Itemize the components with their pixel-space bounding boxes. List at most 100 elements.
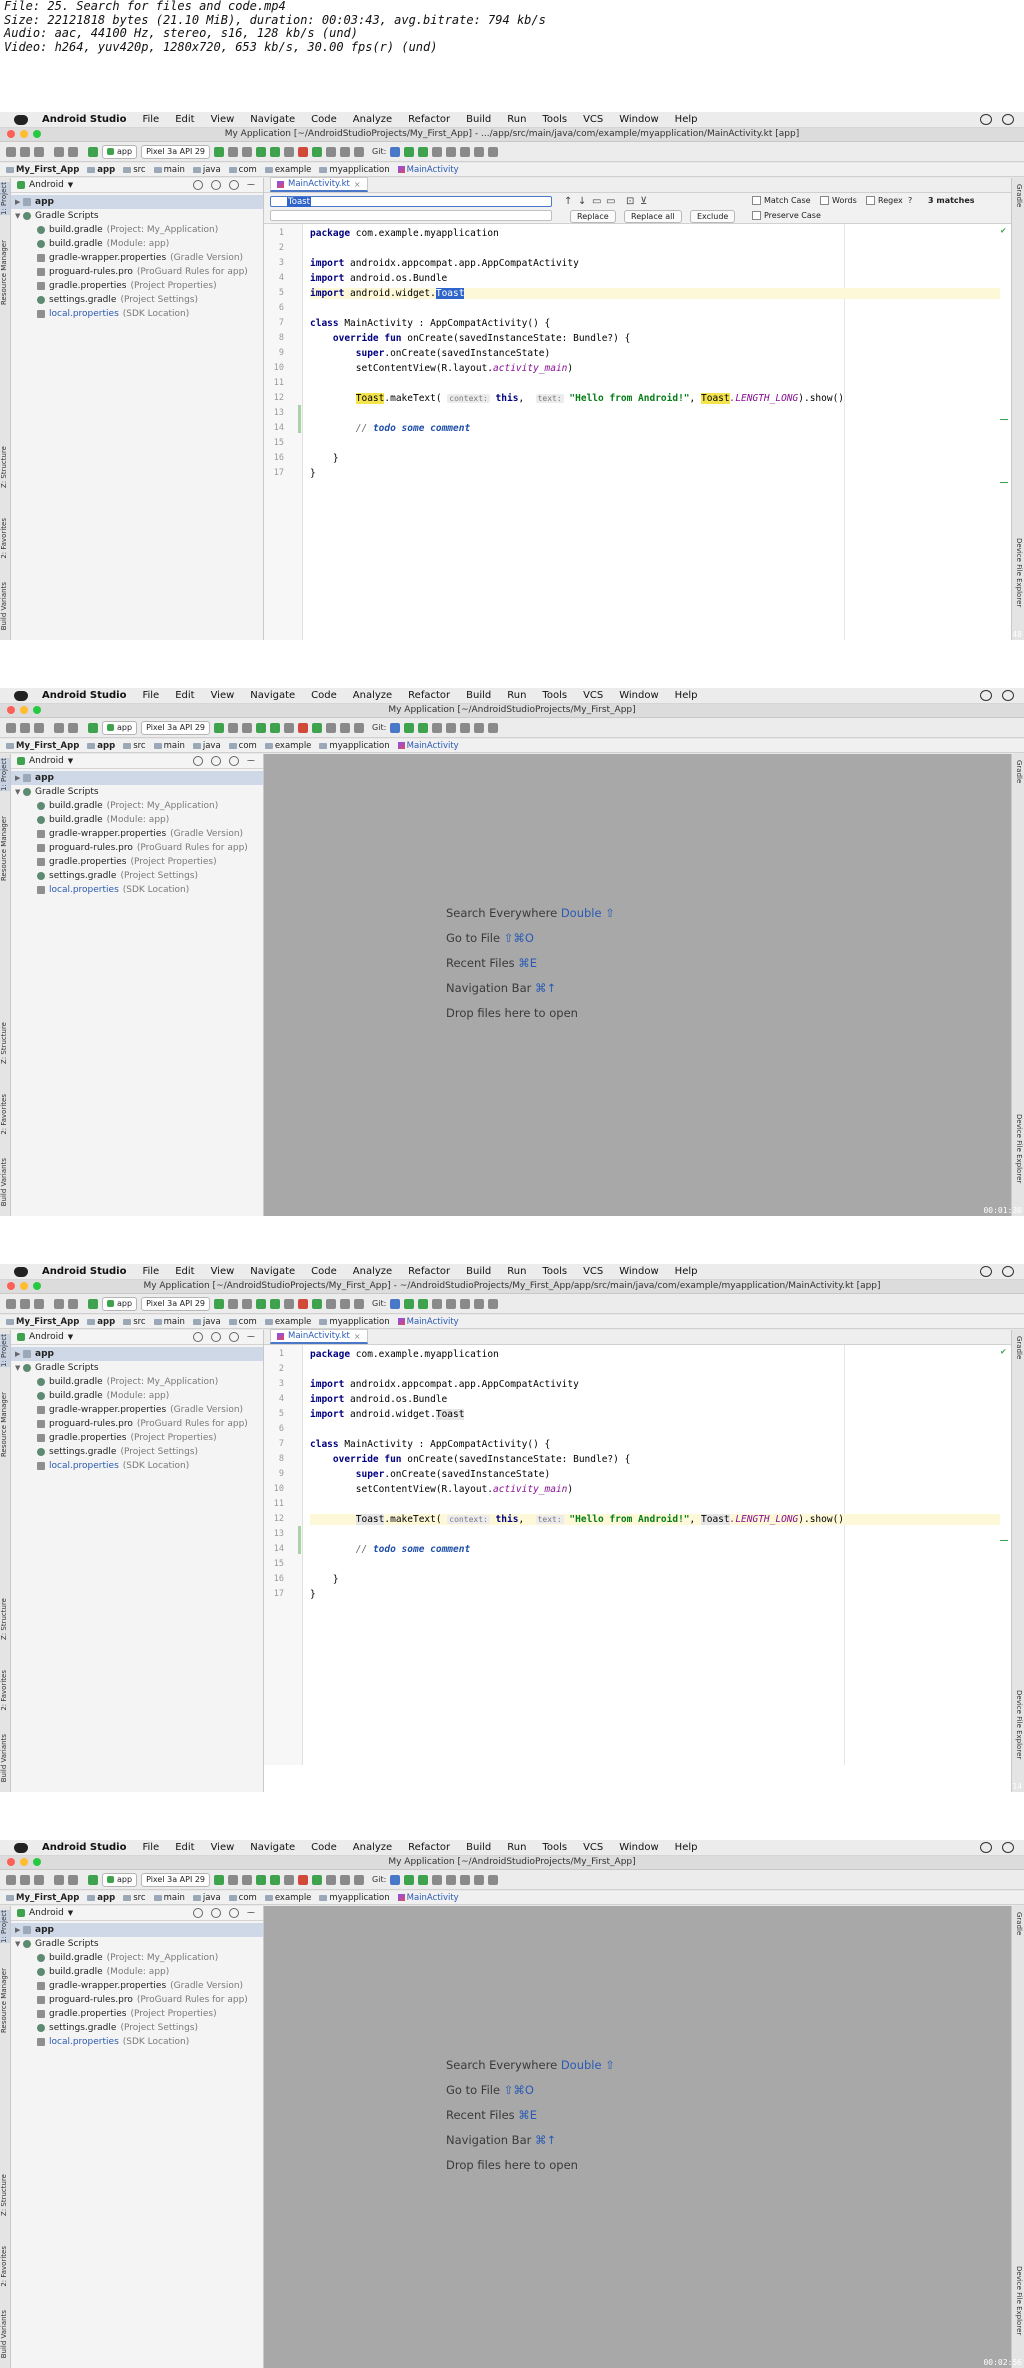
tree-item[interactable]: build.gradle (Module: app) <box>11 1965 263 1979</box>
profile-icon[interactable] <box>270 146 281 157</box>
project-structure-icon[interactable] <box>460 1298 471 1309</box>
gear-icon[interactable] <box>229 1332 239 1342</box>
search-icon[interactable] <box>980 1842 992 1853</box>
back-icon[interactable] <box>54 1874 64 1885</box>
run-icon[interactable] <box>214 1874 225 1885</box>
attach-debugger-icon[interactable] <box>284 146 295 157</box>
minimize-icon[interactable] <box>20 1282 28 1290</box>
attach-debugger-icon[interactable] <box>284 1298 295 1309</box>
git-history-icon[interactable] <box>432 146 443 157</box>
tree-item[interactable]: gradle.properties (Project Properties) <box>11 279 263 293</box>
apple-icon[interactable] <box>14 690 28 701</box>
tool-structure[interactable]: Z: Structure <box>0 1598 10 1640</box>
sync-icon[interactable] <box>34 722 44 733</box>
save-icon[interactable] <box>20 1874 30 1885</box>
tool-gradle[interactable]: Gradle <box>1013 1912 1023 1935</box>
menu-code[interactable]: Code <box>311 114 337 125</box>
presentation-icon[interactable] <box>474 146 485 157</box>
tool-gradle[interactable]: Gradle <box>1013 760 1023 783</box>
debug-icon[interactable] <box>256 722 267 733</box>
menu-tools[interactable]: Tools <box>542 690 567 701</box>
layout-inspector-icon[interactable] <box>354 146 365 157</box>
crumb-example[interactable]: example <box>264 165 311 175</box>
profile-icon[interactable] <box>270 1298 281 1309</box>
forward-icon[interactable] <box>68 1874 78 1885</box>
apply-code-icon[interactable] <box>242 1298 253 1309</box>
tree-item-app[interactable]: ▶ app <box>11 1923 263 1937</box>
menu-app[interactable]: Android Studio <box>42 690 126 701</box>
crumb-myapplication[interactable]: myapplication <box>319 1317 390 1327</box>
close-icon[interactable] <box>7 706 15 714</box>
menu-build[interactable]: Build <box>466 1842 491 1853</box>
apple-icon[interactable] <box>14 1842 28 1853</box>
menu-file[interactable]: File <box>142 1842 159 1853</box>
tree-item[interactable]: proguard-rules.pro (ProGuard Rules for ap… <box>11 1417 263 1431</box>
menu-tools[interactable]: Tools <box>542 1266 567 1277</box>
crumb-java[interactable]: java <box>192 741 221 751</box>
collapse-icon[interactable] <box>211 180 221 190</box>
search-icon[interactable] <box>980 1266 992 1277</box>
project-view-select[interactable]: Android <box>29 1908 64 1918</box>
tree-item[interactable]: local.properties (SDK Location) <box>11 883 263 897</box>
run-icon[interactable] <box>214 722 225 733</box>
presentation-icon[interactable] <box>474 1298 485 1309</box>
menu-edit[interactable]: Edit <box>175 690 194 701</box>
menu-code[interactable]: Code <box>311 1842 337 1853</box>
tool-gradle[interactable]: Gradle <box>1013 1336 1023 1359</box>
menu-app[interactable]: Android Studio <box>42 1266 126 1277</box>
run-icon[interactable] <box>214 146 225 157</box>
crumb-com[interactable]: com <box>228 165 257 175</box>
tool-favorites[interactable]: 2: Favorites <box>0 1670 10 1711</box>
tree-item[interactable]: gradle-wrapper.properties (Gradle Version… <box>11 1979 263 1993</box>
save-icon[interactable] <box>20 722 30 733</box>
tree-item[interactable]: settings.gradle (Project Settings) <box>11 2021 263 2035</box>
tool-gradle[interactable]: Gradle <box>1013 184 1023 207</box>
zoom-icon[interactable] <box>33 706 41 714</box>
menu-analyze[interactable]: Analyze <box>353 690 392 701</box>
menu-analyze[interactable]: Analyze <box>353 1266 392 1277</box>
save-icon[interactable] <box>20 1298 30 1309</box>
next-occurrence-icon[interactable]: ↓ <box>578 196 586 207</box>
tree-item-app[interactable]: ▶ app <box>11 1347 263 1361</box>
presentation-icon[interactable] <box>474 722 485 733</box>
crumb-app[interactable]: app <box>87 1317 115 1327</box>
apply-code-icon[interactable] <box>242 1874 253 1885</box>
tool-device-file-explorer[interactable]: Device File Explorer <box>1013 1690 1023 1759</box>
locate-icon[interactable] <box>193 1332 203 1342</box>
apply-changes-icon[interactable] <box>228 1874 239 1885</box>
git-commit-icon[interactable] <box>404 1298 415 1309</box>
zoom-icon[interactable] <box>33 130 41 138</box>
tool-build-variants[interactable]: Build Variants <box>0 1158 10 1206</box>
layout-inspector-icon[interactable] <box>354 722 365 733</box>
menu-run[interactable]: Run <box>507 114 526 125</box>
crumb-myapplication[interactable]: myapplication <box>319 741 390 751</box>
find-input[interactable]: Toast <box>270 196 552 207</box>
device-select[interactable]: Pixel 3a API 29 <box>141 720 211 735</box>
tool-resource-manager[interactable]: Resource Manager <box>0 816 10 881</box>
add-selection-icon[interactable]: ▭ <box>592 196 601 207</box>
filter-icon[interactable]: ⊻ <box>640 196 647 207</box>
tree-item[interactable]: build.gradle (Project: My_Application) <box>11 1375 263 1389</box>
tree-item[interactable]: build.gradle (Module: app) <box>11 1389 263 1403</box>
open-icon[interactable] <box>6 1874 16 1885</box>
close-tab-icon[interactable]: × <box>354 180 361 189</box>
hide-icon[interactable] <box>247 184 255 185</box>
crumb-src[interactable]: src <box>123 741 146 751</box>
git-update-icon[interactable] <box>390 146 401 157</box>
tool-structure[interactable]: Z: Structure <box>0 446 10 488</box>
locate-icon[interactable] <box>193 180 203 190</box>
hide-icon[interactable] <box>247 760 255 761</box>
tree-item[interactable]: gradle-wrapper.properties (Gradle Version… <box>11 251 263 265</box>
run-config-select[interactable]: app <box>102 720 138 735</box>
apply-code-icon[interactable] <box>242 722 253 733</box>
forward-icon[interactable] <box>68 722 78 733</box>
minimize-icon[interactable] <box>20 130 28 138</box>
crumb-java[interactable]: java <box>192 165 221 175</box>
menu-edit[interactable]: Edit <box>175 114 194 125</box>
menu-vcs[interactable]: VCS <box>583 114 603 125</box>
menu-help[interactable]: Help <box>675 1842 698 1853</box>
tab-mainactivity[interactable]: MainActivity.kt × <box>270 1329 368 1344</box>
sync-gradle-icon[interactable] <box>312 1874 323 1885</box>
menu-file[interactable]: File <box>142 690 159 701</box>
crumb-app[interactable]: app <box>87 741 115 751</box>
